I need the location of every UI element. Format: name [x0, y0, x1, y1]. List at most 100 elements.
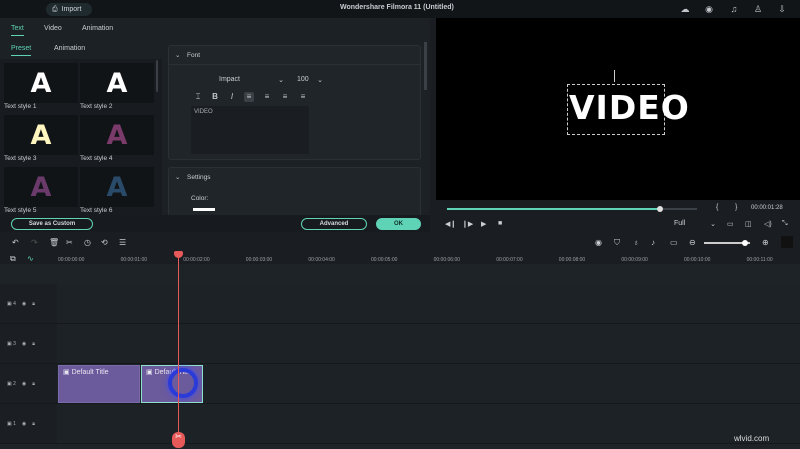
font-size-select[interactable]: 100 ⌄ [297, 76, 323, 84]
marker-icon[interactable]: ⛉ [614, 238, 620, 248]
audio-mix-icon[interactable]: ♪ [651, 238, 655, 247]
align-left-icon[interactable]: ≡ [244, 92, 254, 102]
track-number: ▣ 2 [7, 380, 16, 387]
text-input[interactable]: VIDEO [191, 106, 309, 154]
subtab-preset[interactable]: Preset [11, 45, 31, 56]
link-icon[interactable]: ∿ [27, 254, 34, 263]
ruler-label: 00:00:08:00 [558, 257, 586, 263]
text-style-tile[interactable]: A [80, 167, 154, 207]
ruler-label: 00:00:07:00 [496, 257, 523, 263]
account-icon[interactable]: ◉ [704, 4, 714, 14]
preview-canvas[interactable]: VIDEO [436, 18, 800, 200]
cut-icon[interactable]: ✂ [66, 238, 73, 247]
display-icon[interactable]: ▭ [727, 220, 734, 228]
eye-icon[interactable]: ◉ [22, 301, 26, 307]
styles-scrollbar[interactable] [156, 60, 158, 92]
text-case-icon[interactable]: ⌶ [193, 92, 203, 102]
color-swatch[interactable] [193, 208, 215, 211]
font-header: Font [187, 52, 201, 59]
text-style-tile[interactable]: A [4, 63, 78, 103]
align-center-icon[interactable]: ≡ [280, 92, 290, 102]
support-icon[interactable]: ♫ [729, 4, 739, 14]
ruler-label: 00:00:10:00 [684, 257, 711, 263]
settings-chevron-icon[interactable]: ⌄ [175, 173, 180, 181]
ok-button[interactable]: OK [376, 218, 421, 230]
playback-progress[interactable] [447, 206, 697, 212]
fullscreen-icon[interactable]: ⤡ [782, 220, 788, 228]
subtab-animation[interactable]: Animation [54, 45, 85, 52]
rotate-handle[interactable] [614, 70, 615, 82]
volume-icon[interactable]: ◁) [764, 220, 772, 228]
delete-icon[interactable]: 🗑 [49, 238, 59, 247]
track-lane[interactable] [57, 324, 800, 364]
stop-icon[interactable]: ■ [498, 220, 502, 227]
zoom-in-icon[interactable]: ⊕ [762, 238, 769, 247]
text-style-tile[interactable]: A [80, 63, 154, 103]
window-title: Wondershare Filmora 11 (Untitled) [340, 4, 454, 11]
tab-text[interactable]: Text [11, 25, 24, 36]
eye-icon[interactable]: ◉ [22, 381, 26, 387]
microphone-icon[interactable]: ♁ [633, 238, 639, 247]
title-clip-icon: ▣ [63, 369, 72, 376]
subtitle-icon[interactable]: ▭ [670, 238, 678, 247]
play-icon[interactable]: ▶ [481, 220, 486, 228]
cloud-icon[interactable]: ☁ [680, 4, 690, 14]
advanced-button[interactable]: Advanced [301, 218, 367, 230]
download-icon[interactable]: ⇩ [777, 4, 787, 14]
playhead[interactable] [178, 252, 179, 442]
chevron-down-icon: ⌄ [710, 221, 716, 228]
track-header: ▣ 2 ◉ 🔒︎ [0, 364, 57, 404]
layout-toggle[interactable] [781, 236, 793, 248]
italic-icon[interactable]: I [227, 92, 237, 102]
ruler-label: 00:00:11:00 [746, 257, 773, 263]
lock-icon[interactable]: 🔒︎ [32, 381, 35, 387]
ruler-label: 00:00:04:00 [308, 257, 335, 263]
snapshot-icon[interactable]: ◫ [745, 220, 752, 228]
font-family-select[interactable]: Impact ⌄ [219, 76, 284, 84]
track-header: ▣ 1 ◉ 🔒︎ [0, 404, 57, 444]
quality-select[interactable]: Full ⌄ [674, 220, 716, 228]
ruler-label: 00:00:02:00 [183, 257, 210, 263]
bold-icon[interactable]: B [210, 92, 220, 102]
zoom-out-icon[interactable]: ⊖ [689, 238, 696, 247]
text-style-tile[interactable]: A [4, 167, 78, 207]
mark-in-icon[interactable]: { [716, 204, 718, 211]
tab-video[interactable]: Video [44, 25, 62, 32]
lock-icon[interactable]: 🔒︎ [32, 421, 35, 427]
align-justify-icon[interactable]: ≡ [298, 92, 308, 102]
notification-icon[interactable]: ♙ [753, 4, 763, 14]
import-icon: ⎙ [52, 5, 58, 13]
track-header: ▣ 3 ◉ 🔒︎ [0, 324, 57, 364]
track-lane[interactable] [57, 284, 800, 324]
align-right-icon[interactable]: ≡ [262, 92, 272, 102]
undo-icon[interactable]: ↶ [12, 238, 19, 247]
speed-icon[interactable]: ◷ [84, 238, 91, 247]
save-as-custom-button[interactable]: Save as Custom [11, 218, 93, 230]
eye-icon[interactable]: ◉ [22, 421, 26, 427]
title-clip[interactable]: ▣ Default Title [58, 365, 140, 403]
import-button[interactable]: ⎙ Import [46, 3, 92, 16]
render-icon[interactable]: ◉ [595, 238, 602, 247]
lock-icon[interactable]: 🔒︎ [32, 301, 35, 307]
font-chevron-icon[interactable]: ⌄ [175, 51, 180, 59]
track-number: ▣ 1 [7, 420, 16, 427]
ruler-label: 00:00:05:00 [371, 257, 398, 263]
text-style-label: Text style 4 [80, 155, 113, 162]
adjust-icon[interactable]: ☰ [119, 238, 126, 247]
eye-icon[interactable]: ◉ [22, 341, 26, 347]
text-style-tile[interactable]: A [4, 115, 78, 155]
text-style-tile[interactable]: A [80, 115, 154, 155]
add-track-icon[interactable]: ⧉ [10, 254, 16, 264]
lock-icon[interactable]: 🔒︎ [32, 341, 35, 347]
next-frame-icon[interactable]: ❙▶ [462, 220, 473, 228]
crop-icon[interactable]: ⟲ [101, 238, 108, 247]
redo-icon[interactable]: ↷ [31, 238, 38, 247]
panel-scrollbar[interactable] [424, 42, 427, 90]
zoom-slider[interactable] [704, 240, 750, 246]
timecode: 00:00:01:28 [751, 205, 783, 211]
split-icon[interactable]: ✂ [172, 432, 185, 448]
prev-frame-icon[interactable]: ◀❙ [445, 220, 456, 228]
track-lane[interactable] [57, 404, 800, 444]
tab-animation[interactable]: Animation [82, 25, 113, 32]
mark-out-icon[interactable]: } [735, 204, 737, 211]
